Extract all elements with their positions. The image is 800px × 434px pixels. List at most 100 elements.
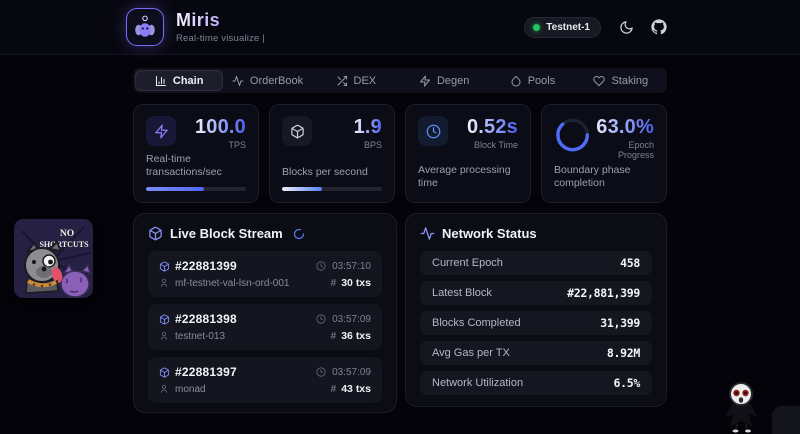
block-time: 03:57:10 [332,261,371,272]
tab-label: Chain [173,75,204,87]
tab-dex[interactable]: DEX [312,70,400,91]
cube-icon [282,116,312,146]
status-list: Current Epoch 458 Latest Block #22,881,3… [420,251,652,395]
clock-icon [316,367,327,378]
progress-fill [282,187,322,191]
tab-staking[interactable]: Staking [577,70,665,91]
tab-label: DEX [354,75,377,87]
progress-ring-icon [554,116,591,154]
tab-degen[interactable]: Degen [400,70,488,91]
clock-icon [316,261,327,272]
block-validator: testnet-013 [175,331,225,342]
tab-label: Degen [437,75,469,87]
skull-creature-sticker [720,381,764,433]
user-icon [159,384,170,395]
tab-label: Staking [611,75,648,87]
bar-chart-icon [155,75,167,87]
panel-title: Live Block Stream [170,226,283,241]
stat-card-epoch: 63.0% Epoch Progress Boundary phase comp… [541,104,667,203]
stat-cards-row: 100.0 TPS Real-time transactions/sec 1.9 [133,104,667,203]
stat-value: 1.9 [354,116,382,139]
block-tx-count: 36 txs [341,330,371,342]
block-row[interactable]: #22881398 03:57:09 testnet-013 [148,304,382,350]
live-block-stream-panel: Live Block Stream #22881399 [133,213,397,413]
loader-icon [293,228,305,240]
corner-panel [772,406,800,434]
stat-value: 100.0 [195,116,246,139]
stat-card-tps: 100.0 TPS Real-time transactions/sec [133,104,259,203]
activity-icon [420,226,435,241]
stat-description: Boundary phase completion [554,164,654,191]
status-label: Current Epoch [432,257,503,269]
stat-unit: Epoch Progress [591,140,654,160]
status-value: 458 [620,256,640,270]
status-row: Blocks Completed 31,399 [420,311,652,335]
stat-description: Average processing time [418,164,518,191]
block-number: #22881398 [175,312,237,326]
block-time: 03:57:09 [332,314,371,325]
block-row[interactable]: #22881399 03:57:10 mf-testnet-val-lsn-or… [148,251,382,297]
user-icon [159,278,170,289]
hash-symbol: # [331,278,337,289]
cube-icon [159,261,170,272]
clock-icon [316,314,327,325]
no-shortcuts-sticker: NO SHORTCUTS [14,219,93,298]
brand: Miris Real-time visualize | [126,8,265,46]
panel-title: Network Status [442,226,537,241]
dark-mode-toggle[interactable] [618,19,634,35]
github-link[interactable] [651,19,667,35]
main-content: Chain OrderBook DEX Degen Pools Staking [133,68,667,413]
cube-icon [148,226,163,241]
tab-label: OrderBook [250,75,303,87]
hash-symbol: # [331,384,337,395]
block-tx-count: 43 txs [341,383,371,395]
creature-logo-icon [130,12,160,42]
brand-text: Miris Real-time visualize | [176,10,265,44]
tab-label: Pools [528,75,556,87]
activity-icon [232,75,244,87]
status-row: Latest Block #22,881,399 [420,281,652,305]
page-title: Miris [176,10,265,31]
stat-card-block-time: 0.52s Block Time Average processing time [405,104,531,203]
network-status-panel: Network Status Current Epoch 458 Latest … [405,213,667,407]
heart-icon [593,75,605,87]
progress-track [282,187,382,191]
stat-unit: BPS [354,140,382,150]
status-label: Latest Block [432,287,492,299]
clock-icon [418,116,448,146]
block-row[interactable]: #22881397 03:57:09 monad [148,357,382,403]
shuffle-icon [336,75,348,87]
status-label: Network Utilization [432,377,523,389]
cube-icon [159,314,170,325]
network-badge-label: Testnet-1 [546,22,590,33]
header-actions: Testnet-1 [524,17,667,38]
sticker-text-line1: NO [60,229,74,239]
zap-icon [419,75,431,87]
stat-description: Real-time transactions/sec [146,153,246,180]
network-badge: Testnet-1 [524,17,601,38]
status-value: #22,881,399 [567,286,640,300]
block-validator: mf-testnet-val-lsn-ord-001 [175,278,289,289]
tab-chain[interactable]: Chain [135,70,223,91]
stat-value: 0.52s [467,116,518,139]
status-row: Current Epoch 458 [420,251,652,275]
user-icon [159,331,170,342]
tab-orderbook[interactable]: OrderBook [223,70,311,91]
panel-header: Live Block Stream [148,226,382,241]
hash-symbol: # [331,331,337,342]
app-header: Miris Real-time visualize | Testnet-1 [0,0,800,55]
block-list: #22881399 03:57:10 mf-testnet-val-lsn-or… [148,251,382,403]
stat-description: Blocks per second [282,166,382,180]
github-icon [651,19,667,35]
panel-header: Network Status [420,226,652,241]
status-value: 6.5% [614,376,641,390]
status-value: 8.92M [607,346,640,360]
status-row: Network Utilization 6.5% [420,371,652,395]
tab-pools[interactable]: Pools [488,70,576,91]
sticker-text-line2: SHORTCUTS [39,240,89,249]
panels-row: Live Block Stream #22881399 [133,213,667,413]
block-tx-count: 30 txs [341,277,371,289]
block-number: #22881399 [175,259,237,273]
view-tabs: Chain OrderBook DEX Degen Pools Staking [133,68,667,93]
droplet-icon [510,75,522,87]
